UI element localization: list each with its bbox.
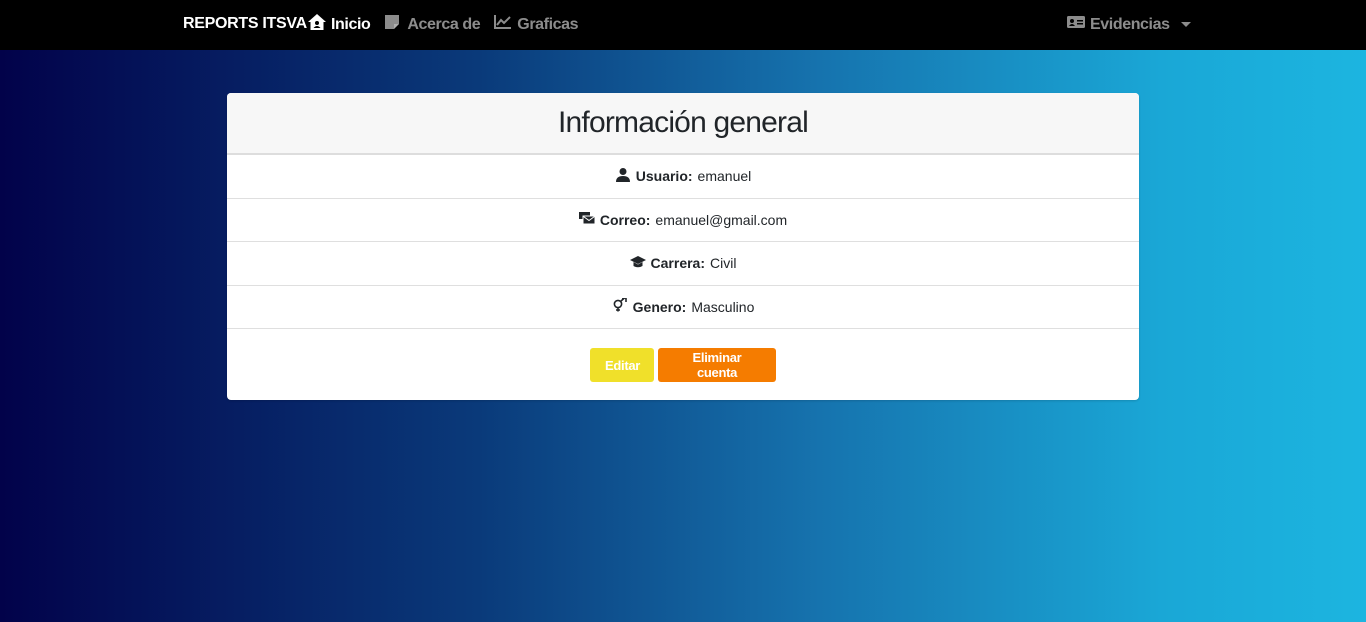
graduation-cap-icon: [629, 255, 646, 272]
field-value: emanuel: [697, 168, 752, 185]
info-card: Información general Usuario: emanuel Cor…: [227, 93, 1139, 400]
evidencias-dropdown[interactable]: Evidencias: [1067, 14, 1191, 35]
field-row-genero: Genero: Masculino: [227, 286, 1139, 329]
nav-acerca-label: Acerca de: [407, 15, 481, 33]
card-title: Información general: [558, 106, 809, 139]
card-header: Información general: [227, 93, 1139, 155]
field-label: Genero:: [632, 298, 687, 315]
field-label: Correo:: [599, 211, 651, 228]
user-icon: [615, 167, 631, 185]
field-label: Carrera:: [650, 255, 706, 272]
house-user-icon: [308, 14, 326, 35]
nav-inicio-link[interactable]: Inicio: [308, 14, 371, 35]
note-icon: [384, 14, 402, 35]
evidencias-label: Evidencias: [1090, 15, 1170, 33]
chart-line-icon: [494, 14, 512, 35]
edit-button[interactable]: Editar: [590, 348, 654, 382]
nav-graficas-label: Graficas: [517, 15, 579, 33]
nav-links: Inicio Acerca de Graficas: [308, 14, 579, 35]
field-value: Civil: [710, 255, 737, 272]
field-value: emanuel@gmail.com: [655, 211, 788, 228]
field-row-carrera: Carrera: Civil: [227, 242, 1139, 286]
caret-down-icon: [1180, 22, 1191, 27]
field-row-correo: Correo: emanuel@gmail.com: [227, 199, 1139, 242]
card-actions: Editar Eliminar cuenta: [227, 329, 1139, 399]
delete-account-button[interactable]: Eliminar cuenta: [658, 348, 776, 382]
field-label: Usuario:: [635, 168, 693, 185]
venus-mars-icon: [612, 297, 628, 315]
brand-link[interactable]: REPORTS ITSVA: [183, 15, 307, 33]
nav-inicio-label: Inicio: [331, 15, 371, 33]
navbar: REPORTS ITSVA Inicio Acerca de Graficas …: [0, 0, 1366, 50]
field-value: Masculino: [691, 298, 755, 315]
nav-acerca-link[interactable]: Acerca de: [384, 14, 481, 35]
mail-bulk-icon: [578, 211, 596, 228]
nav-graficas-link[interactable]: Graficas: [494, 14, 579, 35]
field-row-usuario: Usuario: emanuel: [227, 155, 1139, 199]
id-card-icon: [1067, 14, 1085, 35]
